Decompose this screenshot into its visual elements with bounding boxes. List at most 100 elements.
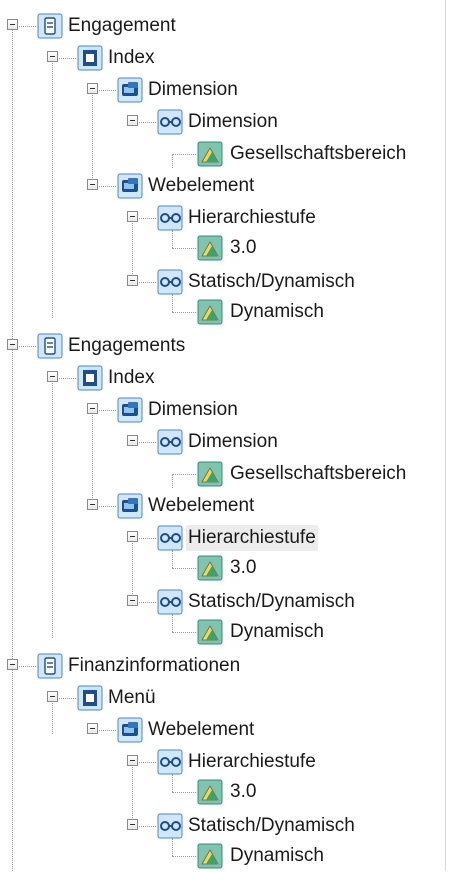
tree-node-webelement[interactable]: Webelement: [0, 170, 320, 202]
tree-node-webelement[interactable]: Webelement: [0, 490, 320, 522]
collapse-toggle[interactable]: [87, 723, 98, 734]
tree-node-label: 3.0: [230, 237, 257, 258]
tree-node-label: Dynamisch: [230, 845, 324, 866]
tree-node-label: Dynamisch: [230, 621, 324, 642]
key-icon: [156, 428, 184, 456]
panel-border: [445, 0, 446, 871]
tree-node-menu[interactable]: Menü: [0, 682, 300, 714]
value-icon: [196, 460, 224, 488]
tree-node-label: Engagements: [68, 335, 186, 356]
tree-view[interactable]: Engagement Index Dimension Dimension Ges…: [0, 0, 450, 871]
value-icon: [196, 618, 224, 646]
tree-node-label: 3.0: [230, 557, 257, 578]
tree-node-label: Statisch/Dynamisch: [188, 271, 355, 292]
value-icon: [196, 842, 224, 870]
tree-node-value[interactable]: Dynamisch: [0, 840, 360, 872]
tree-node-finanzinformationen[interactable]: Finanzinformationen: [0, 650, 340, 682]
tree-node-value[interactable]: Gesellschaftsbereich: [0, 138, 445, 170]
tree-node-label: Gesellschaftsbereich: [230, 143, 407, 164]
value-icon: [196, 778, 224, 806]
collapse-toggle[interactable]: [87, 83, 98, 94]
tree-node-label: Statisch/Dynamisch: [188, 815, 355, 836]
tree-node-label: Index: [108, 47, 155, 68]
value-icon: [196, 298, 224, 326]
value-icon: [196, 554, 224, 582]
key-icon: [156, 204, 184, 232]
index-icon: [76, 364, 104, 392]
tree-node-statisch-dynamisch[interactable]: Statisch/Dynamisch: [0, 266, 440, 298]
tree-node-label: Gesellschaftsbereich: [230, 463, 407, 484]
dimension-group-icon: [116, 76, 144, 104]
collapse-toggle[interactable]: [127, 755, 138, 766]
tree-node-label: Webelement: [148, 719, 255, 740]
dimension-group-icon: [116, 716, 144, 744]
collapse-toggle[interactable]: [47, 691, 58, 702]
collapse-toggle[interactable]: [87, 179, 98, 190]
tree-node-statisch-dynamisch[interactable]: Statisch/Dynamisch: [0, 586, 440, 618]
tree-node-label: Webelement: [148, 175, 255, 196]
key-icon: [156, 588, 184, 616]
tree-node-hierarchiestufe[interactable]: Hierarchiestufe: [0, 522, 400, 554]
tree-node-webelement[interactable]: Webelement: [0, 714, 320, 746]
collapse-toggle[interactable]: [87, 499, 98, 510]
tree-node-dimension[interactable]: Dimension: [0, 426, 360, 458]
key-icon: [156, 268, 184, 296]
index-icon: [76, 44, 104, 72]
tree-node-engagement[interactable]: Engagement: [0, 10, 300, 42]
collapse-toggle[interactable]: [127, 531, 138, 542]
tree-node-label: Hierarchiestufe: [188, 207, 316, 228]
tree-node-value[interactable]: 3.0: [0, 552, 300, 584]
collapse-toggle[interactable]: [127, 435, 138, 446]
collapse-toggle[interactable]: [127, 115, 138, 126]
tree-node-label: Engagement: [68, 15, 176, 36]
tree-node-dimension-group[interactable]: Dimension: [0, 394, 320, 426]
collapse-toggle[interactable]: [127, 819, 138, 830]
tree-node-label: Dimension: [188, 111, 278, 132]
key-icon: [156, 748, 184, 776]
tree-node-label: Menü: [108, 687, 156, 708]
tree-node-hierarchiestufe[interactable]: Hierarchiestufe: [0, 746, 400, 778]
tree-node-engagements[interactable]: Engagements: [0, 330, 300, 362]
tree-node-value[interactable]: Dynamisch: [0, 296, 360, 328]
dimension-group-icon: [116, 492, 144, 520]
tree-node-statisch-dynamisch[interactable]: Statisch/Dynamisch: [0, 810, 440, 842]
collapse-toggle[interactable]: [87, 403, 98, 414]
database-icon: [36, 652, 64, 680]
tree-node-label: Dimension: [148, 399, 238, 420]
collapse-toggle[interactable]: [47, 371, 58, 382]
tree-node-label: 3.0: [230, 781, 257, 802]
tree-node-label: Webelement: [148, 495, 255, 516]
tree-node-dimension[interactable]: Dimension: [0, 106, 360, 138]
index-icon: [76, 684, 104, 712]
value-icon: [196, 234, 224, 262]
key-icon: [156, 108, 184, 136]
collapse-toggle[interactable]: [47, 51, 58, 62]
tree-node-value[interactable]: 3.0: [0, 776, 300, 808]
collapse-toggle[interactable]: [7, 19, 18, 30]
tree-node-label: Index: [108, 367, 155, 388]
tree-node-label: Hierarchiestufe: [188, 751, 316, 772]
tree-node-label: Dimension: [148, 79, 238, 100]
collapse-toggle[interactable]: [7, 339, 18, 350]
tree-node-value[interactable]: Dynamisch: [0, 616, 360, 648]
dimension-group-icon: [116, 172, 144, 200]
tree-node-dimension-group[interactable]: Dimension: [0, 74, 320, 106]
tree-node-hierarchiestufe[interactable]: Hierarchiestufe: [0, 202, 400, 234]
tree-node-label: Dynamisch: [230, 301, 324, 322]
tree-node-label: Dimension: [188, 431, 278, 452]
dimension-group-icon: [116, 396, 144, 424]
tree-node-value[interactable]: 3.0: [0, 232, 300, 264]
collapse-toggle[interactable]: [127, 211, 138, 222]
tree-node-label: Finanzinformationen: [68, 655, 241, 676]
tree-node-label: Statisch/Dynamisch: [188, 591, 355, 612]
collapse-toggle[interactable]: [127, 275, 138, 286]
key-icon: [156, 524, 184, 552]
collapse-toggle[interactable]: [127, 595, 138, 606]
tree-node-label: Hierarchiestufe: [186, 525, 318, 551]
tree-node-index[interactable]: Index: [0, 362, 300, 394]
tree-node-value[interactable]: Gesellschaftsbereich: [0, 458, 445, 490]
collapse-toggle[interactable]: [7, 659, 18, 670]
tree-node-index[interactable]: Index: [0, 42, 300, 74]
key-icon: [156, 812, 184, 840]
value-icon: [196, 140, 224, 168]
